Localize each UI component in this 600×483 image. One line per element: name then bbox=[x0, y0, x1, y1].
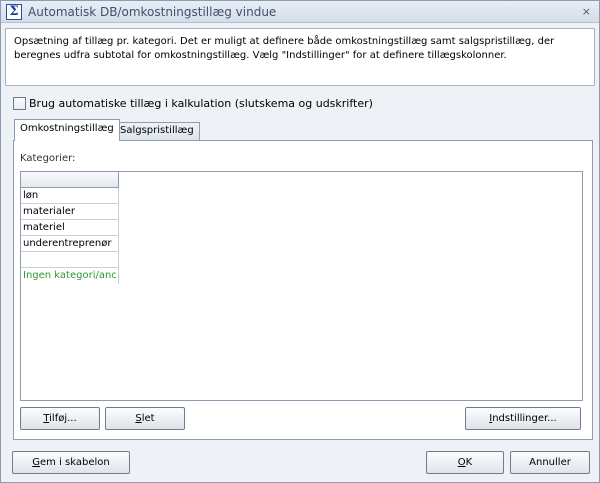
sigma-app-icon: Σ bbox=[6, 4, 22, 20]
categories-label: Kategorier: bbox=[20, 153, 76, 164]
save-template-button[interactable]: Gem i skabelon bbox=[12, 451, 130, 474]
info-text-box: Opsætning af tillæg pr. kategori. Det er… bbox=[5, 28, 595, 86]
auto-addon-checkbox[interactable] bbox=[13, 96, 26, 110]
settings-button[interactable]: Indstillinger... bbox=[465, 407, 581, 430]
close-icon[interactable]: × bbox=[582, 4, 591, 20]
info-line-1: Opsætning af tillæg pr. kategori. Det er… bbox=[14, 36, 555, 47]
categories-grid: løn materialer materiel underentreprenør… bbox=[21, 172, 119, 284]
list-item-no-category[interactable]: Ingen kategori/anc bbox=[21, 268, 119, 284]
tab-panel: Kategorier: løn materialer materiel unde… bbox=[13, 140, 593, 440]
grid-header[interactable] bbox=[21, 172, 119, 188]
dialog-window: Σ Automatisk DB/omkostningstillæg vindue… bbox=[0, 0, 600, 483]
info-line-2: beregnes udfra subtotal for omkostningst… bbox=[14, 50, 507, 61]
cancel-button[interactable]: Annuller bbox=[510, 451, 590, 474]
title-bar[interactable]: Σ Automatisk DB/omkostningstillæg vindue… bbox=[1, 1, 599, 23]
list-item[interactable]: løn bbox=[21, 188, 119, 204]
add-button[interactable]: Tilføj... bbox=[20, 407, 100, 430]
list-item[interactable]: underentreprenør bbox=[21, 236, 119, 252]
list-item-empty[interactable] bbox=[21, 252, 119, 268]
list-item[interactable]: materialer bbox=[21, 204, 119, 220]
ok-button[interactable]: OK bbox=[426, 451, 504, 474]
delete-button[interactable]: Slet bbox=[105, 407, 185, 430]
auto-addon-checkbox-label[interactable]: Brug automatiske tillæg i kalkulation (s… bbox=[29, 97, 373, 110]
list-item[interactable]: materiel bbox=[21, 220, 119, 236]
tab-sales-addon[interactable]: Salgspristillæg bbox=[114, 122, 200, 140]
window-title: Automatisk DB/omkostningstillæg vindue bbox=[28, 5, 277, 19]
auto-addon-checkbox-row[interactable]: Brug automatiske tillæg i kalkulation (s… bbox=[13, 96, 373, 110]
tab-cost-addon[interactable]: Omkostningstillæg bbox=[14, 119, 120, 141]
categories-list[interactable]: løn materialer materiel underentreprenør… bbox=[20, 171, 583, 401]
